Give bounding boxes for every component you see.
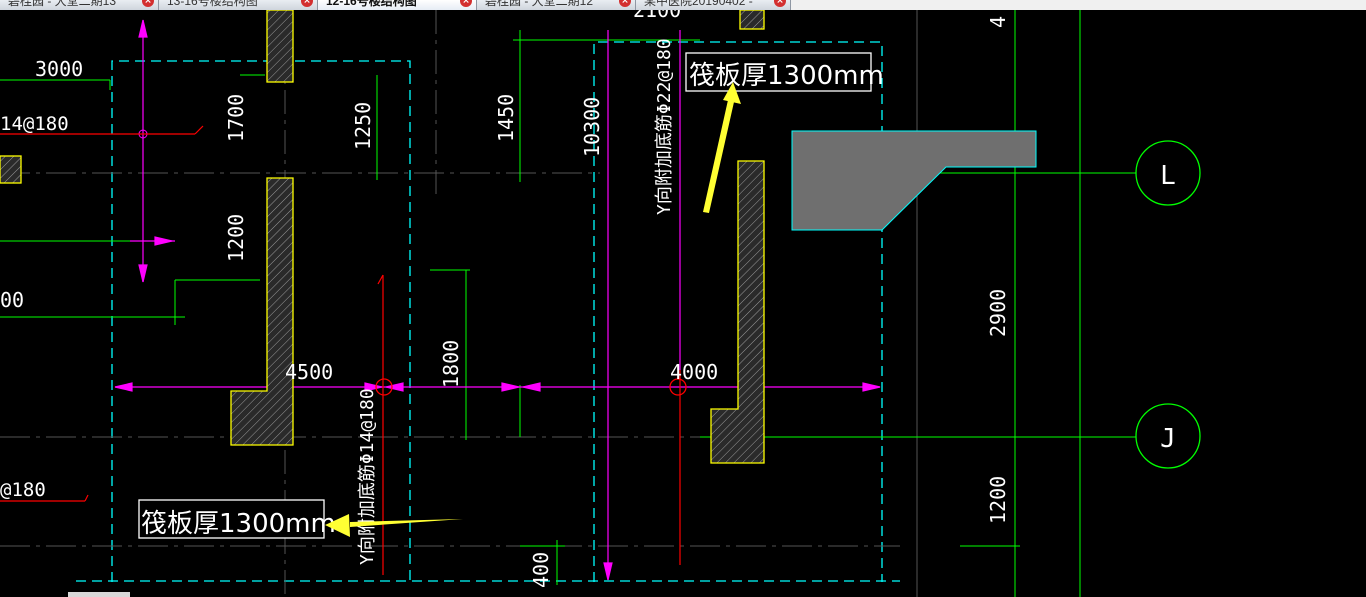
raft-note-text: 筏板厚1300mm xyxy=(141,509,336,539)
dimension-text: 4000 xyxy=(670,360,718,384)
dimension-text: 4500 xyxy=(285,360,333,384)
tab-label: 13-16号楼结构图 xyxy=(167,0,258,8)
rebar-text: Y向附加底筋Φ22@180 xyxy=(654,38,675,215)
tab-document-2[interactable]: 13-16号楼结构图 × xyxy=(159,0,318,10)
rebar-text: Y向附加底筋Φ14@180 xyxy=(357,388,378,565)
dimension-text: 1700 xyxy=(224,94,248,142)
dimension-text: 1200 xyxy=(224,214,248,262)
rebar-text: @180 xyxy=(0,479,46,501)
close-icon[interactable]: × xyxy=(301,0,313,7)
raft-note-text: 筏板厚1300mm xyxy=(689,61,884,91)
dimension-text: 2900 xyxy=(986,289,1010,337)
close-icon[interactable]: × xyxy=(619,0,631,7)
dimension-text: 1800 xyxy=(439,340,463,388)
dimension-text: 1200 xyxy=(986,476,1010,524)
raft-note-bottom: 筏板厚1300mm xyxy=(138,499,336,539)
dimension-text: 00 xyxy=(0,288,24,312)
grid-bubble-label: J xyxy=(1160,424,1176,454)
dimension-text: 2100 xyxy=(633,10,681,22)
rebar-text: 14@180 xyxy=(0,113,69,135)
document-tab-bar: 碧桂园 - 大堂二期13 × 13-16号楼结构图 × 12-16号楼结构图 ×… xyxy=(0,0,1366,10)
tab-document-5[interactable]: 某中医院20190402 - × xyxy=(636,0,791,10)
grid-bubble-label: L xyxy=(1160,161,1176,191)
wall-segment xyxy=(266,10,294,83)
tab-document-1[interactable]: 碧桂园 - 大堂二期13 × xyxy=(0,0,159,10)
tab-label: 碧桂园 - 大堂二期12 xyxy=(485,0,594,8)
horizontal-scrollbar-thumb[interactable] xyxy=(68,592,130,597)
close-icon[interactable]: × xyxy=(460,0,472,7)
dimension-text: 400 xyxy=(529,552,553,588)
dimension-text: 3000 xyxy=(35,57,83,81)
dimension-text: 1450 xyxy=(494,94,518,142)
raft-note-top: 筏板厚1300mm xyxy=(685,52,884,92)
dimension-text: 1250 xyxy=(351,102,375,150)
cad-drawing-canvas[interactable]: L J 3000 1700 1250 1450 10300 2100 1200 … xyxy=(0,10,1366,597)
dimension-text: 10300 xyxy=(580,97,604,157)
wall-segment xyxy=(739,10,765,30)
dimension-text: 4 xyxy=(986,16,1010,28)
close-icon[interactable]: × xyxy=(142,0,154,7)
tab-label: 12-16号楼结构图 xyxy=(326,0,417,8)
tab-label: 某中医院20190402 - xyxy=(644,0,753,8)
tab-document-3-active[interactable]: 12-16号楼结构图 × xyxy=(318,0,477,10)
tab-document-4[interactable]: 碧桂园 - 大堂二期12 × xyxy=(477,0,636,10)
close-icon[interactable]: × xyxy=(774,0,786,7)
tab-label: 碧桂园 - 大堂二期13 xyxy=(8,0,117,8)
tab-strip: 碧桂园 - 大堂二期13 × 13-16号楼结构图 × 12-16号楼结构图 ×… xyxy=(0,0,791,10)
wall-segment xyxy=(0,155,22,184)
